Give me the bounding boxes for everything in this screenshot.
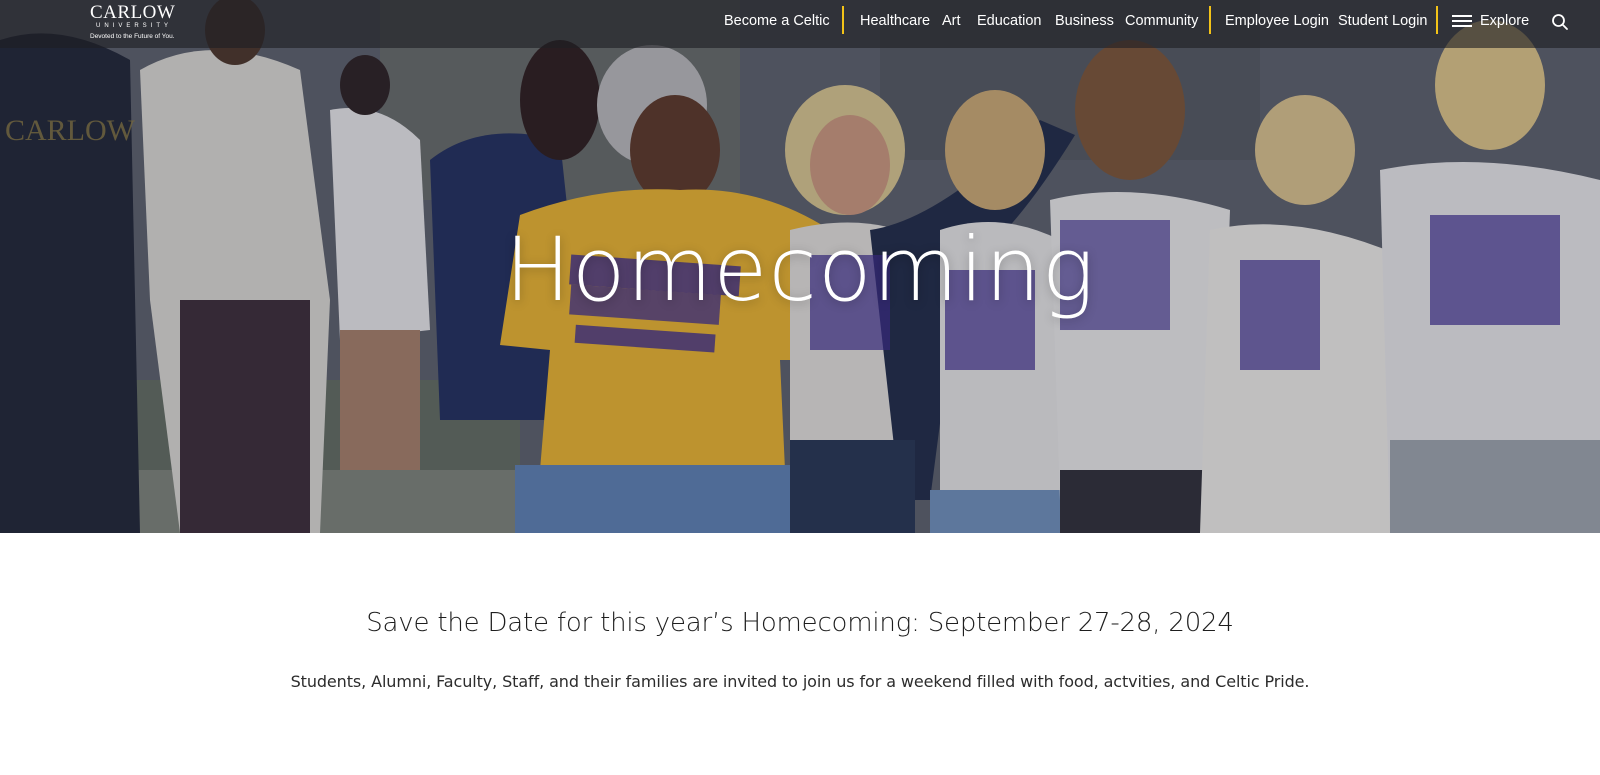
search-icon[interactable] — [1551, 13, 1569, 31]
explore-label[interactable]: Explore — [1480, 13, 1529, 29]
nav-school-community[interactable]: Community — [1125, 0, 1198, 42]
logo-name: CARLOW — [90, 2, 176, 23]
hero-banner: CARLOW Homecoming — [0, 0, 1600, 533]
hamburger-icon[interactable] — [1452, 15, 1472, 27]
logo-tagline: Devoted to the Future of You. — [90, 33, 175, 40]
invitation-text: Students, Alumni, Faculty, Staff, and th… — [290, 672, 1310, 691]
save-the-date-heading: Save the Date for this year’s Homecoming… — [366, 608, 1234, 638]
nav-employee-login[interactable]: Employee Login — [1225, 0, 1329, 42]
nav-school-business[interactable]: Business — [1055, 0, 1114, 42]
nav-school-education[interactable]: Education — [977, 0, 1042, 42]
nav-divider — [1436, 6, 1438, 34]
carlow-logo[interactable]: CARLOW UNIVERSITY Devoted to the Future … — [90, 3, 182, 45]
top-navbar: CARLOW UNIVERSITY Devoted to the Future … — [0, 0, 1600, 48]
nav-community[interactable]: Community — [1125, 13, 1198, 29]
nav-student-login-label[interactable]: Student Login — [1338, 13, 1428, 29]
nav-school-healthcare[interactable]: Healthcare — [860, 0, 930, 42]
nav-employee-login-label[interactable]: Employee Login — [1225, 13, 1329, 29]
nav-education[interactable]: Education — [977, 13, 1042, 29]
nav-become-label[interactable]: Become a Celtic — [724, 13, 830, 29]
nav-art[interactable]: Art — [942, 13, 961, 29]
explore-menu-button[interactable]: Explore — [1452, 0, 1529, 42]
nav-divider — [842, 6, 844, 34]
hero-title: Homecoming — [504, 218, 1096, 321]
nav-school-art[interactable]: Art — [942, 0, 961, 42]
nav-business[interactable]: Business — [1055, 13, 1114, 29]
nav-become-celtic[interactable]: Become a Celtic — [724, 0, 830, 42]
nav-student-login[interactable]: Student Login — [1338, 0, 1428, 42]
logo-sub: UNIVERSITY — [96, 23, 173, 29]
nav-healthcare[interactable]: Healthcare — [860, 13, 930, 29]
nav-divider — [1209, 6, 1211, 34]
